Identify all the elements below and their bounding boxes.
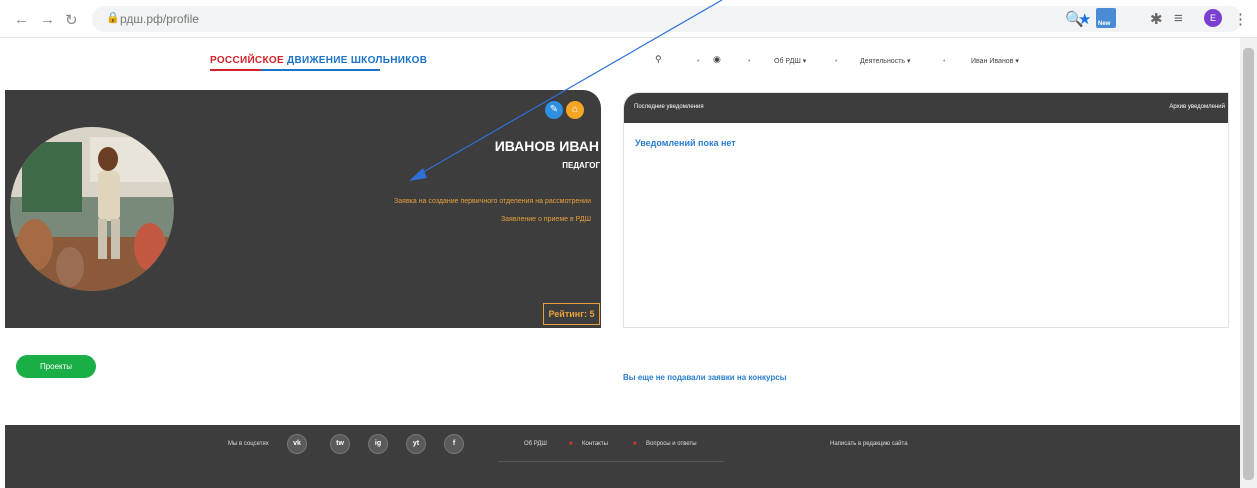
annotation-arrow xyxy=(409,0,723,181)
